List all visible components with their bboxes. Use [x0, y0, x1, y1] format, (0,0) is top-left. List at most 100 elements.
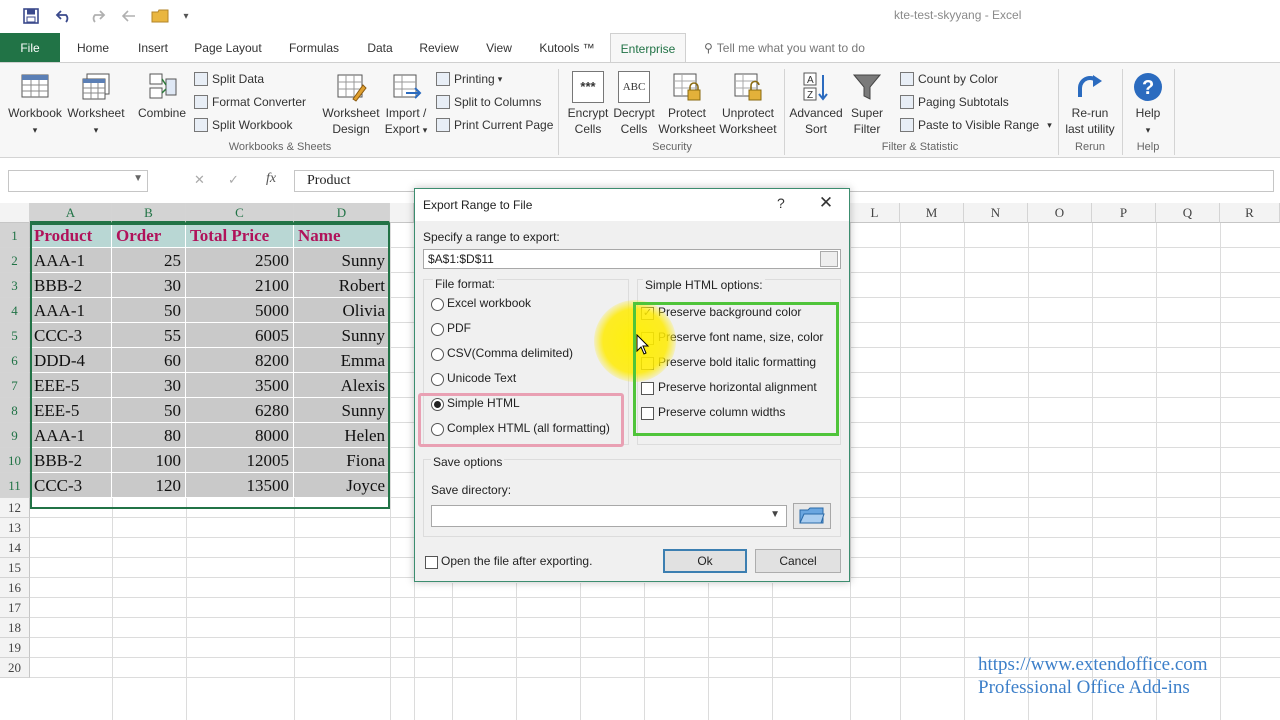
column-header[interactable]: A: [30, 203, 112, 223]
format-radio[interactable]: [431, 298, 444, 311]
format-radio[interactable]: [431, 323, 444, 336]
save-directory-select[interactable]: ▼: [431, 505, 787, 527]
browse-folder-button[interactable]: [793, 503, 831, 529]
table-cell[interactable]: AAA-1: [30, 423, 112, 448]
worksheet-button[interactable]: Worksheet ▾: [66, 71, 126, 138]
table-cell[interactable]: 80: [112, 423, 186, 448]
row-header[interactable]: 1: [0, 223, 30, 248]
column-header[interactable]: M: [900, 203, 964, 223]
format-label[interactable]: Unicode Text: [447, 371, 516, 385]
tab-kutools[interactable]: Kutools ™: [532, 33, 602, 63]
table-cell[interactable]: 50: [112, 298, 186, 323]
table-cell[interactable]: BBB-2: [30, 273, 112, 298]
worksheet-design-button[interactable]: Worksheet Design: [320, 71, 382, 137]
table-cell[interactable]: 25: [112, 248, 186, 273]
row-header[interactable]: 8: [0, 398, 30, 423]
tab-enterprise[interactable]: Enterprise: [610, 33, 686, 63]
tell-me-box[interactable]: ⚲ Tell me what you want to do: [704, 33, 865, 63]
table-cell[interactable]: Robert: [294, 273, 390, 298]
table-cell[interactable]: 50: [112, 398, 186, 423]
row-header[interactable]: 18: [0, 618, 30, 638]
row-header[interactable]: 19: [0, 638, 30, 658]
table-cell[interactable]: 100: [112, 448, 186, 473]
print-current-page-button[interactable]: Print Current Page: [436, 115, 553, 135]
rerun-button[interactable]: Re-run last utility: [1060, 71, 1120, 137]
table-cell[interactable]: 13500: [186, 473, 294, 498]
table-cell[interactable]: Joyce: [294, 473, 390, 498]
decrypt-cells-button[interactable]: ABC Decrypt Cells: [610, 71, 658, 137]
split-data-button[interactable]: Split Data: [194, 69, 264, 89]
open-after-checkbox[interactable]: [425, 556, 438, 569]
row-header[interactable]: 9: [0, 423, 30, 448]
combine-button[interactable]: Combine: [134, 71, 190, 121]
table-cell[interactable]: Alexis: [294, 373, 390, 398]
confirm-check-icon[interactable]: ✓: [228, 172, 239, 188]
column-header[interactable]: B: [112, 203, 186, 223]
format-radio[interactable]: [431, 373, 444, 386]
column-header[interactable]: R: [1220, 203, 1280, 223]
table-header-cell[interactable]: Name: [294, 223, 390, 248]
table-cell[interactable]: Helen: [294, 423, 390, 448]
encrypt-cells-button[interactable]: *** Encrypt Cells: [562, 71, 614, 137]
tab-view[interactable]: View: [474, 33, 524, 63]
split-to-columns-button[interactable]: Split to Columns: [436, 92, 541, 112]
table-cell[interactable]: 30: [112, 373, 186, 398]
help-icon[interactable]: ?: [777, 195, 785, 211]
name-box[interactable]: ▼: [8, 170, 148, 192]
format-label[interactable]: CSV(Comma delimited): [447, 346, 573, 360]
help-button[interactable]: ? Help ▾: [1124, 71, 1172, 138]
workbook-button[interactable]: Workbook ▾: [6, 71, 64, 138]
customize-qat-icon[interactable]: ▾: [178, 6, 194, 26]
table-cell[interactable]: Sunny: [294, 398, 390, 423]
table-cell[interactable]: 6005: [186, 323, 294, 348]
cancel-button[interactable]: Cancel: [755, 549, 841, 573]
column-header[interactable]: L: [850, 203, 900, 223]
row-header[interactable]: 16: [0, 578, 30, 598]
table-cell[interactable]: 5000: [186, 298, 294, 323]
column-header[interactable]: N: [964, 203, 1028, 223]
table-cell[interactable]: CCC-3: [30, 473, 112, 498]
back-arrow-icon[interactable]: [120, 6, 138, 26]
table-cell[interactable]: 12005: [186, 448, 294, 473]
folder-icon[interactable]: [148, 6, 172, 26]
table-cell[interactable]: Emma: [294, 348, 390, 373]
table-header-cell[interactable]: Total Price: [186, 223, 294, 248]
tab-file[interactable]: File: [0, 33, 60, 63]
chevron-down-icon[interactable]: ▼: [133, 173, 143, 184]
redo-icon[interactable]: [84, 6, 110, 26]
column-header[interactable]: D: [294, 203, 390, 223]
paging-subtotals-button[interactable]: Paging Subtotals: [900, 92, 1009, 112]
tab-insert[interactable]: Insert: [126, 33, 180, 63]
row-header[interactable]: 14: [0, 538, 30, 558]
table-cell[interactable]: 55: [112, 323, 186, 348]
table-cell[interactable]: 3500: [186, 373, 294, 398]
column-header[interactable]: O: [1028, 203, 1092, 223]
row-header[interactable]: 7: [0, 373, 30, 398]
tab-formulas[interactable]: Formulas: [280, 33, 348, 63]
tab-review[interactable]: Review: [412, 33, 466, 63]
table-cell[interactable]: EEE-5: [30, 373, 112, 398]
row-header[interactable]: 20: [0, 658, 30, 678]
row-header[interactable]: 17: [0, 598, 30, 618]
tab-home[interactable]: Home: [66, 33, 120, 63]
tab-page-layout[interactable]: Page Layout: [186, 33, 270, 63]
advanced-sort-button[interactable]: AZ Advanced Sort: [786, 71, 846, 137]
table-cell[interactable]: AAA-1: [30, 298, 112, 323]
table-cell[interactable]: EEE-5: [30, 398, 112, 423]
column-header[interactable]: C: [186, 203, 294, 223]
select-all-corner[interactable]: [0, 203, 30, 223]
unprotect-worksheet-button[interactable]: Unprotect Worksheet: [716, 71, 780, 137]
table-header-cell[interactable]: Product: [30, 223, 112, 248]
format-radio[interactable]: [431, 348, 444, 361]
close-icon[interactable]: ✕: [815, 193, 837, 213]
table-cell[interactable]: BBB-2: [30, 448, 112, 473]
table-cell[interactable]: CCC-3: [30, 323, 112, 348]
range-input[interactable]: $A$1:$D$11: [423, 249, 841, 269]
row-header[interactable]: 15: [0, 558, 30, 578]
table-cell[interactable]: Sunny: [294, 248, 390, 273]
table-cell[interactable]: Sunny: [294, 323, 390, 348]
row-header[interactable]: 4: [0, 298, 30, 323]
row-header[interactable]: 3: [0, 273, 30, 298]
table-cell[interactable]: 120: [112, 473, 186, 498]
column-header[interactable]: [390, 203, 414, 223]
